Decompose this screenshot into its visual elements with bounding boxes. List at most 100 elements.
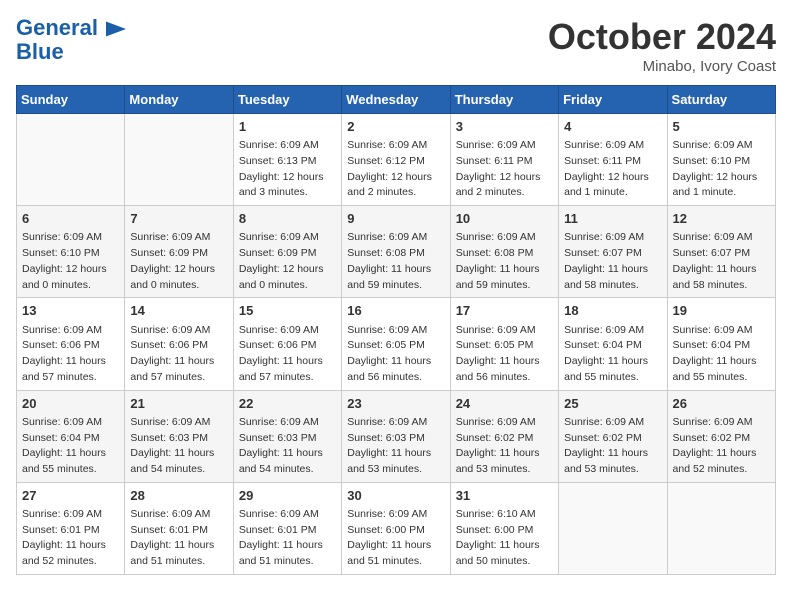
day-number: 28 <box>130 487 227 505</box>
calendar-cell: 30 Sunrise: 6:09 AM Sunset: 6:00 PM Dayli… <box>342 482 450 574</box>
calendar-cell: 20Sunrise: 6:09 AM Sunset: 6:04 PM Dayli… <box>17 390 125 482</box>
calendar-cell: 22 Sunrise: 6:09 AM Sunset: 6:03 PM Dayli… <box>233 390 341 482</box>
weekday-header-row: SundayMondayTuesdayWednesdayThursdayFrid… <box>17 86 776 114</box>
calendar-cell: 27Sunrise: 6:09 AM Sunset: 6:01 PM Dayli… <box>17 482 125 574</box>
calendar-cell: 17 Sunrise: 6:09 AM Sunset: 6:05 PM Dayli… <box>450 298 558 390</box>
day-info: Sunrise: 6:09 AM Sunset: 6:06 PM Dayligh… <box>239 323 336 386</box>
day-info: Sunrise: 6:09 AM Sunset: 6:06 PM Dayligh… <box>22 323 119 386</box>
day-number: 10 <box>456 210 553 228</box>
day-number: 24 <box>456 395 553 413</box>
day-info: Sunrise: 6:09 AM Sunset: 6:03 PM Dayligh… <box>130 415 227 478</box>
day-number: 2 <box>347 118 444 136</box>
day-number: 14 <box>130 302 227 320</box>
day-number: 22 <box>239 395 336 413</box>
weekday-wednesday: Wednesday <box>342 86 450 114</box>
day-number: 9 <box>347 210 444 228</box>
calendar-cell: 12 Sunrise: 6:09 AM Sunset: 6:07 PM Dayli… <box>667 206 775 298</box>
day-number: 19 <box>673 302 770 320</box>
day-number: 15 <box>239 302 336 320</box>
day-info: Sunrise: 6:09 AM Sunset: 6:09 PM Dayligh… <box>239 230 336 293</box>
day-number: 25 <box>564 395 661 413</box>
day-info: Sunrise: 6:09 AM Sunset: 6:06 PM Dayligh… <box>130 323 227 386</box>
calendar-cell: 5 Sunrise: 6:09 AM Sunset: 6:10 PM Daylig… <box>667 114 775 206</box>
day-info: Sunrise: 6:09 AM Sunset: 6:07 PM Dayligh… <box>564 230 661 293</box>
calendar-cell: 23 Sunrise: 6:09 AM Sunset: 6:03 PM Dayli… <box>342 390 450 482</box>
day-number: 11 <box>564 210 661 228</box>
day-info: Sunrise: 6:09 AM Sunset: 6:01 PM Dayligh… <box>130 507 227 570</box>
day-number: 30 <box>347 487 444 505</box>
month-title: October 2024 <box>548 16 776 58</box>
calendar-cell: 1 Sunrise: 6:09 AM Sunset: 6:13 PM Daylig… <box>233 114 341 206</box>
day-number: 7 <box>130 210 227 228</box>
calendar-cell: 25 Sunrise: 6:09 AM Sunset: 6:02 PM Dayli… <box>559 390 667 482</box>
calendar-week-4: 20Sunrise: 6:09 AM Sunset: 6:04 PM Dayli… <box>17 390 776 482</box>
calendar-cell <box>17 114 125 206</box>
calendar-cell <box>125 114 233 206</box>
day-number: 1 <box>239 118 336 136</box>
calendar-cell: 14 Sunrise: 6:09 AM Sunset: 6:06 PM Dayli… <box>125 298 233 390</box>
day-info: Sunrise: 6:09 AM Sunset: 6:13 PM Dayligh… <box>239 138 336 201</box>
day-number: 23 <box>347 395 444 413</box>
day-info: Sunrise: 6:09 AM Sunset: 6:02 PM Dayligh… <box>564 415 661 478</box>
day-info: Sunrise: 6:09 AM Sunset: 6:12 PM Dayligh… <box>347 138 444 201</box>
calendar-cell: 29 Sunrise: 6:09 AM Sunset: 6:01 PM Dayli… <box>233 482 341 574</box>
logo: General Blue <box>16 16 126 64</box>
day-number: 4 <box>564 118 661 136</box>
day-info: Sunrise: 6:09 AM Sunset: 6:01 PM Dayligh… <box>239 507 336 570</box>
calendar-table: SundayMondayTuesdayWednesdayThursdayFrid… <box>16 85 776 575</box>
calendar-cell: 24 Sunrise: 6:09 AM Sunset: 6:02 PM Dayli… <box>450 390 558 482</box>
day-number: 18 <box>564 302 661 320</box>
day-number: 31 <box>456 487 553 505</box>
day-number: 27 <box>22 487 119 505</box>
day-number: 12 <box>673 210 770 228</box>
day-info: Sunrise: 6:09 AM Sunset: 6:02 PM Dayligh… <box>673 415 770 478</box>
page-header: General Blue October 2024 Minabo, Ivory … <box>16 16 776 75</box>
day-info: Sunrise: 6:09 AM Sunset: 6:09 PM Dayligh… <box>130 230 227 293</box>
day-info: Sunrise: 6:09 AM Sunset: 6:08 PM Dayligh… <box>347 230 444 293</box>
day-info: Sunrise: 6:09 AM Sunset: 6:07 PM Dayligh… <box>673 230 770 293</box>
day-info: Sunrise: 6:09 AM Sunset: 6:08 PM Dayligh… <box>456 230 553 293</box>
day-number: 16 <box>347 302 444 320</box>
calendar-cell: 10 Sunrise: 6:09 AM Sunset: 6:08 PM Dayli… <box>450 206 558 298</box>
day-number: 5 <box>673 118 770 136</box>
day-number: 20 <box>22 395 119 413</box>
calendar-week-3: 13 Sunrise: 6:09 AM Sunset: 6:06 PM Dayli… <box>17 298 776 390</box>
calendar-week-1: 1 Sunrise: 6:09 AM Sunset: 6:13 PM Daylig… <box>17 114 776 206</box>
calendar-cell: 28 Sunrise: 6:09 AM Sunset: 6:01 PM Dayli… <box>125 482 233 574</box>
calendar-cell: 18 Sunrise: 6:09 AM Sunset: 6:04 PM Dayli… <box>559 298 667 390</box>
day-number: 29 <box>239 487 336 505</box>
calendar-body: 1 Sunrise: 6:09 AM Sunset: 6:13 PM Daylig… <box>17 114 776 575</box>
day-number: 3 <box>456 118 553 136</box>
weekday-saturday: Saturday <box>667 86 775 114</box>
day-info: Sunrise: 6:09 AM Sunset: 6:11 PM Dayligh… <box>564 138 661 201</box>
day-info: Sunrise: 6:09 AM Sunset: 6:10 PM Dayligh… <box>673 138 770 201</box>
calendar-cell: 7 Sunrise: 6:09 AM Sunset: 6:09 PM Daylig… <box>125 206 233 298</box>
weekday-tuesday: Tuesday <box>233 86 341 114</box>
calendar-cell: 21 Sunrise: 6:09 AM Sunset: 6:03 PM Dayli… <box>125 390 233 482</box>
day-number: 17 <box>456 302 553 320</box>
calendar-cell: 13 Sunrise: 6:09 AM Sunset: 6:06 PM Dayli… <box>17 298 125 390</box>
day-info: Sunrise: 6:09 AM Sunset: 6:04 PM Dayligh… <box>564 323 661 386</box>
day-info: Sunrise: 6:09 AM Sunset: 6:05 PM Dayligh… <box>456 323 553 386</box>
calendar-week-5: 27 Sunrise: 6:09 AM Sunset: 6:01 PM Dayli… <box>17 482 776 574</box>
calendar-cell: 16 Sunrise: 6:09 AM Sunset: 6:05 PM Dayli… <box>342 298 450 390</box>
day-number: 21 <box>130 395 227 413</box>
day-info: Sunrise: 6:09 AM Sunset: 6:03 PM Dayligh… <box>239 415 336 478</box>
day-info: Sunrise: 6:09 AM Sunset: 6:02 PM Dayligh… <box>456 415 553 478</box>
calendar-cell: 19Sunrise: 6:09 AM Sunset: 6:04 PM Dayli… <box>667 298 775 390</box>
day-info: Sunrise: 6:09 AM Sunset: 6:05 PM Dayligh… <box>347 323 444 386</box>
weekday-sunday: Sunday <box>17 86 125 114</box>
day-number: 6 <box>22 210 119 228</box>
calendar-cell: 4 Sunrise: 6:09 AM Sunset: 6:11 PM Daylig… <box>559 114 667 206</box>
calendar-cell: 2 Sunrise: 6:09 AM Sunset: 6:12 PM Daylig… <box>342 114 450 206</box>
calendar-cell: 26 Sunrise: 6:09 AM Sunset: 6:02 PM Dayli… <box>667 390 775 482</box>
calendar-cell: 8Sunrise: 6:09 AM Sunset: 6:09 PM Daylig… <box>233 206 341 298</box>
day-number: 13 <box>22 302 119 320</box>
day-info: Sunrise: 6:09 AM Sunset: 6:10 PM Dayligh… <box>22 230 119 293</box>
calendar-cell: 31Sunrise: 6:10 AM Sunset: 6:00 PM Dayli… <box>450 482 558 574</box>
title-area: October 2024 Minabo, Ivory Coast <box>548 16 776 75</box>
day-number: 26 <box>673 395 770 413</box>
day-info: Sunrise: 6:09 AM Sunset: 6:00 PM Dayligh… <box>347 507 444 570</box>
day-info: Sunrise: 6:09 AM Sunset: 6:03 PM Dayligh… <box>347 415 444 478</box>
calendar-cell: 9 Sunrise: 6:09 AM Sunset: 6:08 PM Daylig… <box>342 206 450 298</box>
